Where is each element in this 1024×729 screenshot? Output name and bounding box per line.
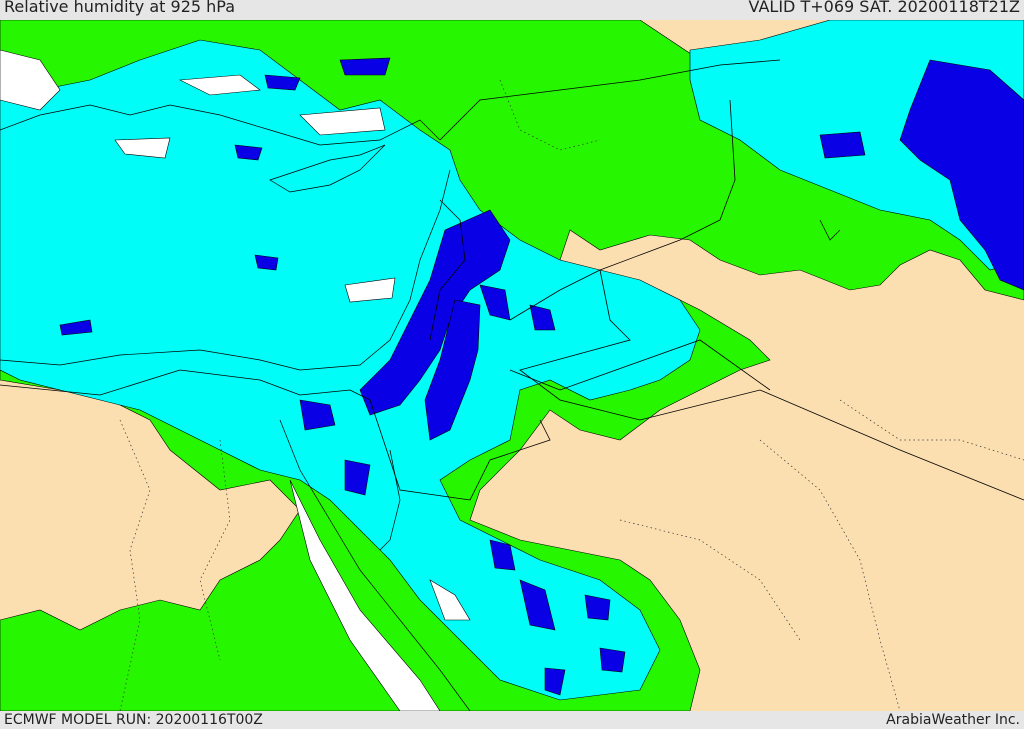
map-frame: Relative humidity at 925 hPa VALID T+069…	[0, 0, 1024, 729]
blue-humidity-core	[819, 131, 866, 159]
footer-bar: ECMWF MODEL RUN: 20200116T00Z ArabiaWeat…	[0, 711, 1024, 729]
model-run: ECMWF MODEL RUN: 20200116T00Z	[4, 712, 263, 728]
blue-humidity-core	[234, 144, 263, 161]
blue-humidity-core	[264, 74, 301, 91]
map-title: Relative humidity at 925 hPa	[4, 0, 236, 16]
blue-humidity-core	[339, 57, 391, 76]
credit-text: ArabiaWeather Inc.	[886, 712, 1020, 728]
header-bar: Relative humidity at 925 hPa VALID T+069…	[0, 0, 1024, 20]
blue-humidity-core	[599, 647, 626, 673]
humidity-map	[0, 20, 1024, 711]
blue-humidity-core	[254, 254, 279, 271]
valid-time: VALID T+069 SAT. 20200118T21Z	[748, 0, 1020, 16]
